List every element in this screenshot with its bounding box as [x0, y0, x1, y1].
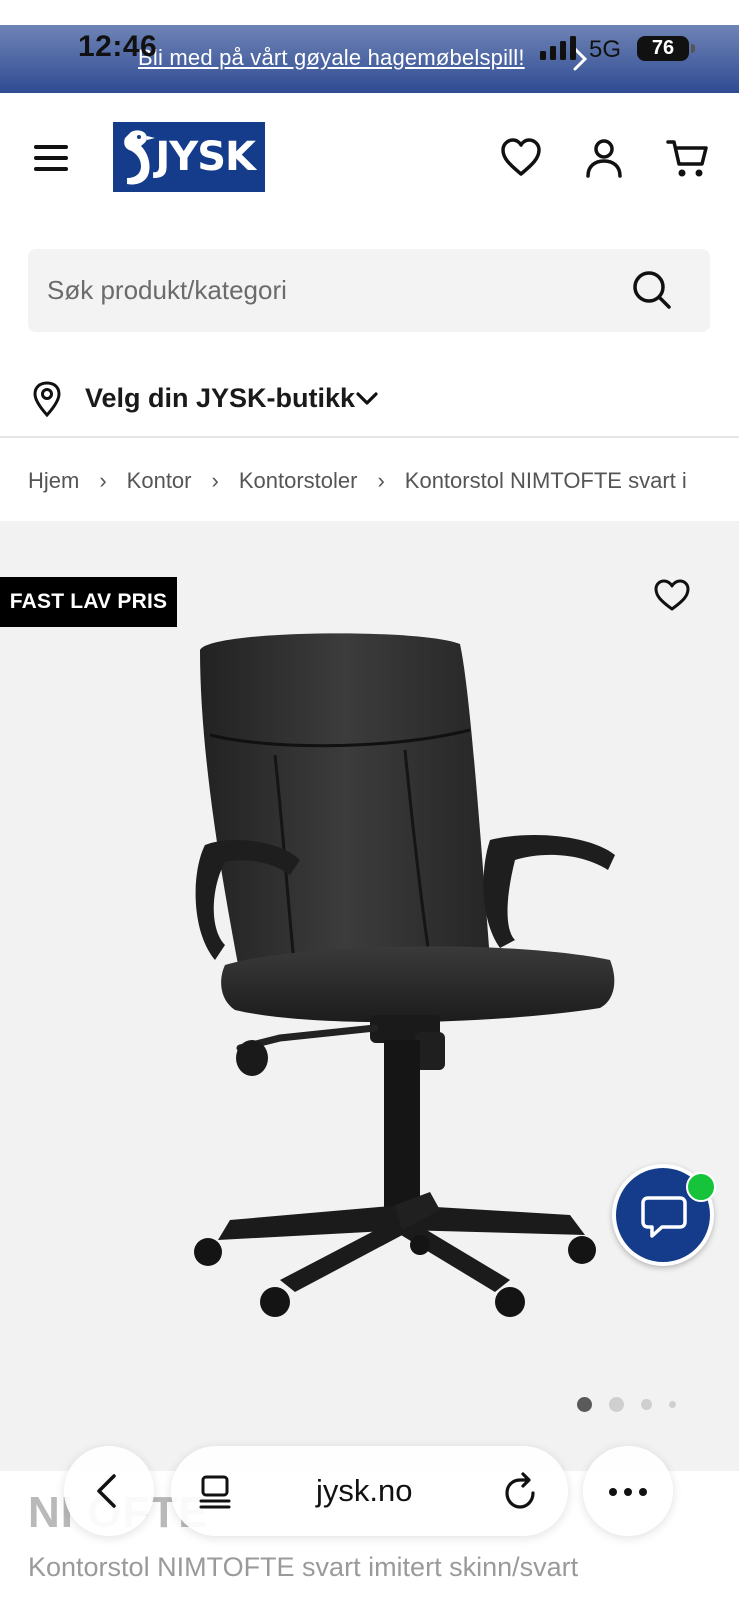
search-input[interactable]: Søk produkt/kategori	[47, 275, 287, 306]
carousel-dot[interactable]	[641, 1399, 652, 1410]
price-badge: FAST LAV PRIS	[0, 577, 177, 627]
chevron-right-icon: ›	[99, 468, 107, 493]
breadcrumb-item[interactable]: Kontorstoler	[239, 468, 358, 494]
chevron-right-icon: ›	[211, 468, 219, 493]
browser-more-button[interactable]	[583, 1446, 673, 1536]
jysk-logo[interactable]: JYSK	[113, 122, 265, 192]
browser-back-button[interactable]	[64, 1446, 154, 1536]
chat-bubble-icon	[641, 1196, 687, 1238]
network-type: 5G	[589, 36, 622, 63]
product-subtitle: Kontorstol NIMTOFTE svart imitert skinn/…	[28, 1552, 579, 1582]
chevron-left-icon	[97, 1474, 116, 1508]
image-carousel-indicator[interactable]	[577, 1397, 693, 1412]
favorites-heart-icon[interactable]	[499, 136, 543, 180]
location-pin-icon	[33, 381, 61, 417]
search-icon[interactable]	[631, 269, 673, 311]
carousel-dot[interactable]	[669, 1401, 676, 1408]
add-to-favorites-heart-icon[interactable]	[652, 577, 692, 613]
signal-icon	[540, 36, 576, 60]
more-dots-icon	[639, 1488, 647, 1496]
logo-text: JYSK	[155, 134, 256, 180]
breadcrumb-item[interactable]: Kontor	[127, 468, 192, 494]
store-selector[interactable]: Velg din JYSK-butikk	[85, 383, 355, 414]
divider	[0, 436, 739, 438]
browser-url[interactable]: jysk.no	[316, 1473, 412, 1509]
breadcrumb-item[interactable]: Hjem	[28, 468, 79, 494]
breadcrumb: Hjem › Kontor › Kontorstoler › Kontorsto…	[28, 466, 687, 496]
cart-icon[interactable]	[666, 136, 710, 180]
jysk-bird-icon	[124, 130, 155, 185]
office-chair-image	[194, 633, 615, 1317]
account-user-icon[interactable]	[582, 136, 626, 180]
status-time: 12:46	[78, 30, 158, 63]
carousel-dot-active[interactable]	[577, 1397, 592, 1412]
hamburger-menu-icon[interactable]	[32, 141, 70, 175]
carousel-dot[interactable]	[609, 1397, 624, 1412]
tabs-icon[interactable]	[199, 1474, 233, 1510]
breadcrumb-item-current: Kontorstol NIMTOFTE svart i	[404, 468, 687, 493]
reload-icon[interactable]	[503, 1471, 539, 1511]
more-dots-icon	[624, 1488, 632, 1496]
online-status-indicator	[686, 1172, 716, 1202]
chevron-right-icon: ›	[377, 468, 385, 493]
battery-icon: 76	[637, 36, 695, 61]
browser-address-bar[interactable]: jysk.no	[171, 1446, 568, 1536]
more-dots-icon	[609, 1488, 617, 1496]
promo-link[interactable]: Bli med på vårt gøyale hagemøbelspill!	[138, 45, 525, 71]
search-bar[interactable]: Søk produkt/kategori	[28, 249, 710, 332]
chevron-down-icon[interactable]	[354, 388, 380, 410]
